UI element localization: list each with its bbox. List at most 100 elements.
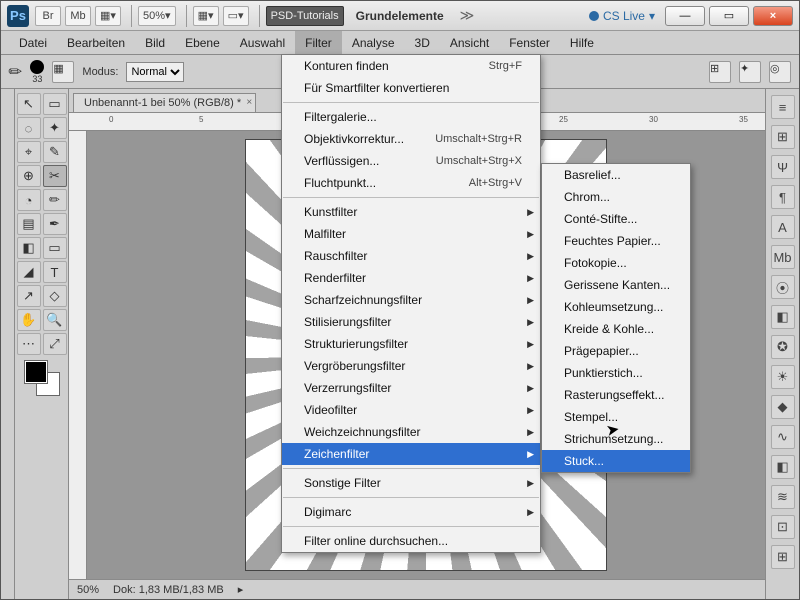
dock-icon-5[interactable]: Mb xyxy=(771,245,795,269)
status-zoom[interactable]: 50% xyxy=(77,584,99,596)
tool-13[interactable]: ▭ xyxy=(43,237,67,259)
menu-item[interactable]: Filtergalerie... xyxy=(282,106,540,128)
dock-icon-14[interactable]: ⊡ xyxy=(771,515,795,539)
menu-item[interactable]: Stilisierungsfilter xyxy=(282,311,540,333)
menu-bild[interactable]: Bild xyxy=(135,31,175,54)
view-grid-icon[interactable]: ▦▾ xyxy=(193,6,219,26)
menu-item[interactable]: Kunstfilter xyxy=(282,201,540,223)
tool-7[interactable]: ✂ xyxy=(43,165,67,187)
menu-item[interactable]: Fluchtpunkt...Alt+Strg+V xyxy=(282,172,540,194)
dock-icon-1[interactable]: ⊞ xyxy=(771,125,795,149)
status-docsize[interactable]: Dok: 1,83 MB/1,83 MB xyxy=(113,584,224,596)
menu-item[interactable]: Objektivkorrektur...Umschalt+Strg+R xyxy=(282,128,540,150)
submenu-item[interactable]: Prägepapier... xyxy=(542,340,690,362)
dock-icon-7[interactable]: ◧ xyxy=(771,305,795,329)
opt-icon-3[interactable]: ◎ xyxy=(769,61,791,83)
menu-filter[interactable]: Filter xyxy=(295,31,342,54)
titlebar-chip[interactable]: Br xyxy=(35,6,61,26)
cslive-button[interactable]: CS Live ▾ xyxy=(589,9,655,23)
menu-ansicht[interactable]: Ansicht xyxy=(440,31,499,54)
dock-icon-12[interactable]: ◧ xyxy=(771,455,795,479)
submenu-item[interactable]: Gerissene Kanten... xyxy=(542,274,690,296)
submenu-item[interactable]: Conté-Stifte... xyxy=(542,208,690,230)
expand-workspaces-icon[interactable]: ≫ xyxy=(460,7,475,24)
brush-panel-toggle[interactable]: ▦ xyxy=(52,61,74,83)
submenu-item[interactable]: Kreide & Kohle... xyxy=(542,318,690,340)
zoom-dropdown[interactable]: 50% ▾ xyxy=(138,6,176,26)
color-swatches[interactable] xyxy=(25,361,59,395)
tool-14[interactable]: ◢ xyxy=(17,261,41,283)
menu-item[interactable]: Zeichenfilter xyxy=(282,443,540,465)
brush-preview-icon[interactable] xyxy=(30,60,44,74)
menu-analyse[interactable]: Analyse xyxy=(342,31,405,54)
tool-16[interactable]: ↗ xyxy=(17,285,41,307)
blend-mode-select[interactable]: Normal xyxy=(126,62,184,82)
tool-8[interactable]: ◔ xyxy=(17,189,41,211)
menu-auswahl[interactable]: Auswahl xyxy=(230,31,295,54)
submenu-item[interactable]: Fotokopie... xyxy=(542,252,690,274)
foreground-swatch[interactable] xyxy=(25,361,47,383)
dock-icon-13[interactable]: ≋ xyxy=(771,485,795,509)
tool-9[interactable]: ✏ xyxy=(43,189,67,211)
menu-item[interactable]: Verzerrungsfilter xyxy=(282,377,540,399)
submenu-item[interactable]: Rasterungseffekt... xyxy=(542,384,690,406)
tool-10[interactable]: ▤ xyxy=(17,213,41,235)
tool-1[interactable]: ▭ xyxy=(43,93,67,115)
titlebar-chip[interactable]: ▦▾ xyxy=(95,6,121,26)
menu-item[interactable]: Verflüssigen...Umschalt+Strg+X xyxy=(282,150,540,172)
tool-11[interactable]: ✒ xyxy=(43,213,67,235)
menu-3d[interactable]: 3D xyxy=(405,31,440,54)
maximize-button[interactable]: ▭ xyxy=(709,6,749,26)
menu-item[interactable]: Scharfzeichnungsfilter xyxy=(282,289,540,311)
tool-20[interactable]: ⋯ xyxy=(17,333,41,355)
opt-icon-2[interactable]: ✦ xyxy=(739,61,761,83)
submenu-item[interactable]: Chrom... xyxy=(542,186,690,208)
tool-17[interactable]: ◇ xyxy=(43,285,67,307)
menu-item[interactable]: Rauschfilter xyxy=(282,245,540,267)
submenu-item[interactable]: Feuchtes Papier... xyxy=(542,230,690,252)
dock-icon-9[interactable]: ☀ xyxy=(771,365,795,389)
opt-icon-1[interactable]: ⊞ xyxy=(709,61,731,83)
dock-icon-3[interactable]: ¶ xyxy=(771,185,795,209)
menu-item[interactable]: Weichzeichnungsfilter xyxy=(282,421,540,443)
document-tab[interactable]: Unbenannt-1 bei 50% (RGB/8) *× xyxy=(73,93,256,112)
menu-item[interactable]: Für Smartfilter konvertieren xyxy=(282,77,540,99)
tool-2[interactable]: ◌ xyxy=(17,117,41,139)
workspace-name[interactable]: Grundelemente xyxy=(348,9,452,23)
menu-item[interactable]: Vergröberungsfilter xyxy=(282,355,540,377)
submenu-item[interactable]: Kohleumsetzung... xyxy=(542,296,690,318)
dock-icon-4[interactable]: A xyxy=(771,215,795,239)
menu-item[interactable]: Renderfilter xyxy=(282,267,540,289)
menu-item[interactable]: Digimarc xyxy=(282,501,540,523)
tool-19[interactable]: 🔍 xyxy=(43,309,67,331)
titlebar-chip[interactable]: Mb xyxy=(65,6,91,26)
menu-ebene[interactable]: Ebene xyxy=(175,31,230,54)
tool-0[interactable]: ↖ xyxy=(17,93,41,115)
minimize-button[interactable]: — xyxy=(665,6,705,26)
close-tab-icon[interactable]: × xyxy=(246,97,252,108)
dock-icon-15[interactable]: ⊞ xyxy=(771,545,795,569)
tool-6[interactable]: ⊕ xyxy=(17,165,41,187)
dock-icon-6[interactable]: ⦿ xyxy=(771,275,795,299)
menu-item[interactable]: Sonstige Filter xyxy=(282,472,540,494)
submenu-item[interactable]: Basrelief... xyxy=(542,164,690,186)
view-screen-icon[interactable]: ▭▾ xyxy=(223,6,249,26)
menu-item[interactable]: Filter online durchsuchen... xyxy=(282,530,540,552)
menu-item[interactable]: Malfilter xyxy=(282,223,540,245)
menu-bearbeiten[interactable]: Bearbeiten xyxy=(57,31,135,54)
submenu-item[interactable]: Stuck... xyxy=(542,450,690,472)
menu-item[interactable]: Videofilter xyxy=(282,399,540,421)
menu-datei[interactable]: Datei xyxy=(9,31,57,54)
close-button[interactable]: × xyxy=(753,6,793,26)
dock-icon-2[interactable]: Ψ xyxy=(771,155,795,179)
tool-18[interactable]: ✋ xyxy=(17,309,41,331)
menu-item[interactable]: Konturen findenStrg+F xyxy=(282,55,540,77)
tool-21[interactable]: ⤢ xyxy=(43,333,67,355)
submenu-item[interactable]: Punktierstich... xyxy=(542,362,690,384)
tool-12[interactable]: ◧ xyxy=(17,237,41,259)
menu-hilfe[interactable]: Hilfe xyxy=(560,31,604,54)
dock-icon-0[interactable]: ≡ xyxy=(771,95,795,119)
tool-15[interactable]: T xyxy=(43,261,67,283)
tool-4[interactable]: ⌖ xyxy=(17,141,41,163)
menu-fenster[interactable]: Fenster xyxy=(499,31,560,54)
